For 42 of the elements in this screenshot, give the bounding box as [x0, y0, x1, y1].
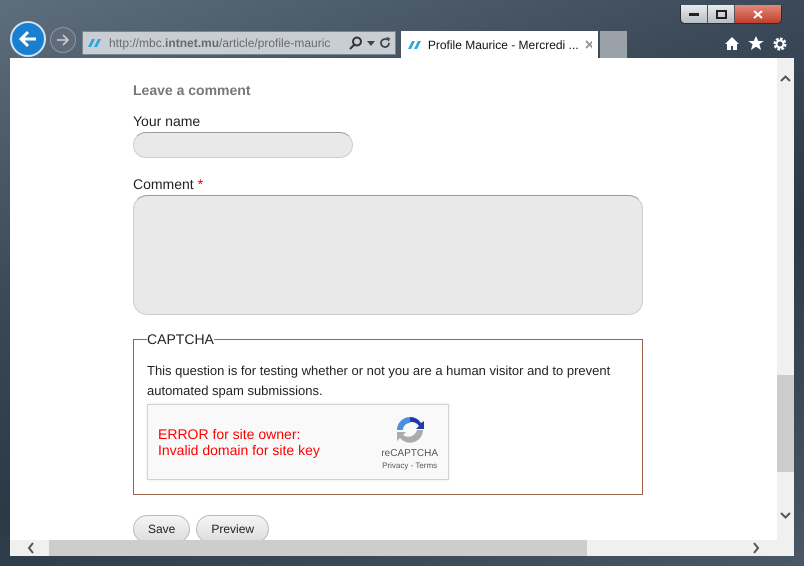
close-icon [753, 10, 763, 18]
site-logo-icon [407, 40, 422, 50]
close-icon[interactable] [584, 40, 592, 49]
recaptcha-brand: reCAPTCHA [381, 448, 438, 459]
scroll-left-icon[interactable] [27, 542, 35, 554]
terms-link[interactable]: Terms [415, 461, 438, 470]
field-label: Comment [133, 176, 194, 192]
forward-button[interactable] [50, 27, 76, 53]
search-icon[interactable] [349, 36, 363, 50]
section-heading: Leave a comment [133, 82, 252, 98]
scroll-up-icon[interactable] [780, 75, 791, 82]
field-label: Your name [133, 113, 202, 129]
horizontal-scrollbar[interactable] [10, 540, 794, 556]
privacy-link[interactable]: Privacy [382, 461, 408, 470]
browser-tab[interactable]: Profile Maurice - Mercredi ... [401, 31, 598, 58]
maximize-button[interactable] [708, 5, 735, 23]
panel-legend: CAPTCHA [147, 331, 214, 347]
minimize-button[interactable] [681, 5, 708, 23]
settings-icon[interactable] [772, 36, 788, 52]
refresh-icon[interactable] [379, 37, 391, 49]
url-text: http://mbc.intnet.mu/article/profile-mauric [109, 36, 332, 50]
back-button[interactable] [10, 21, 46, 57]
forward-arrow-icon [56, 34, 70, 46]
vertical-scrollbar[interactable] [777, 58, 794, 540]
minimize-icon [689, 12, 699, 16]
maximize-icon [716, 10, 726, 18]
name-input-field[interactable] [133, 132, 353, 158]
scroll-right-icon[interactable] [752, 542, 760, 554]
scrollbar-thumb[interactable] [777, 375, 794, 472]
home-icon[interactable] [724, 36, 740, 51]
close-button[interactable] [735, 5, 781, 23]
required-mark: * [198, 176, 204, 192]
preview-button[interactable]: Preview [196, 515, 270, 540]
save-button[interactable]: Save [133, 515, 190, 540]
scrollbar-thumb[interactable] [49, 540, 587, 556]
back-arrow-icon [18, 30, 38, 48]
link-separator: - [410, 461, 414, 470]
captcha-description: This question is for testing whether or not you are a human visitor and to prevent automated spam submissions. [147, 362, 612, 400]
scroll-down-icon[interactable] [780, 512, 791, 519]
dropdown-icon[interactable] [367, 40, 375, 46]
star-icon[interactable] [748, 36, 764, 51]
error-message: ERROR for site owner: Invalid domain for site key [158, 426, 321, 458]
